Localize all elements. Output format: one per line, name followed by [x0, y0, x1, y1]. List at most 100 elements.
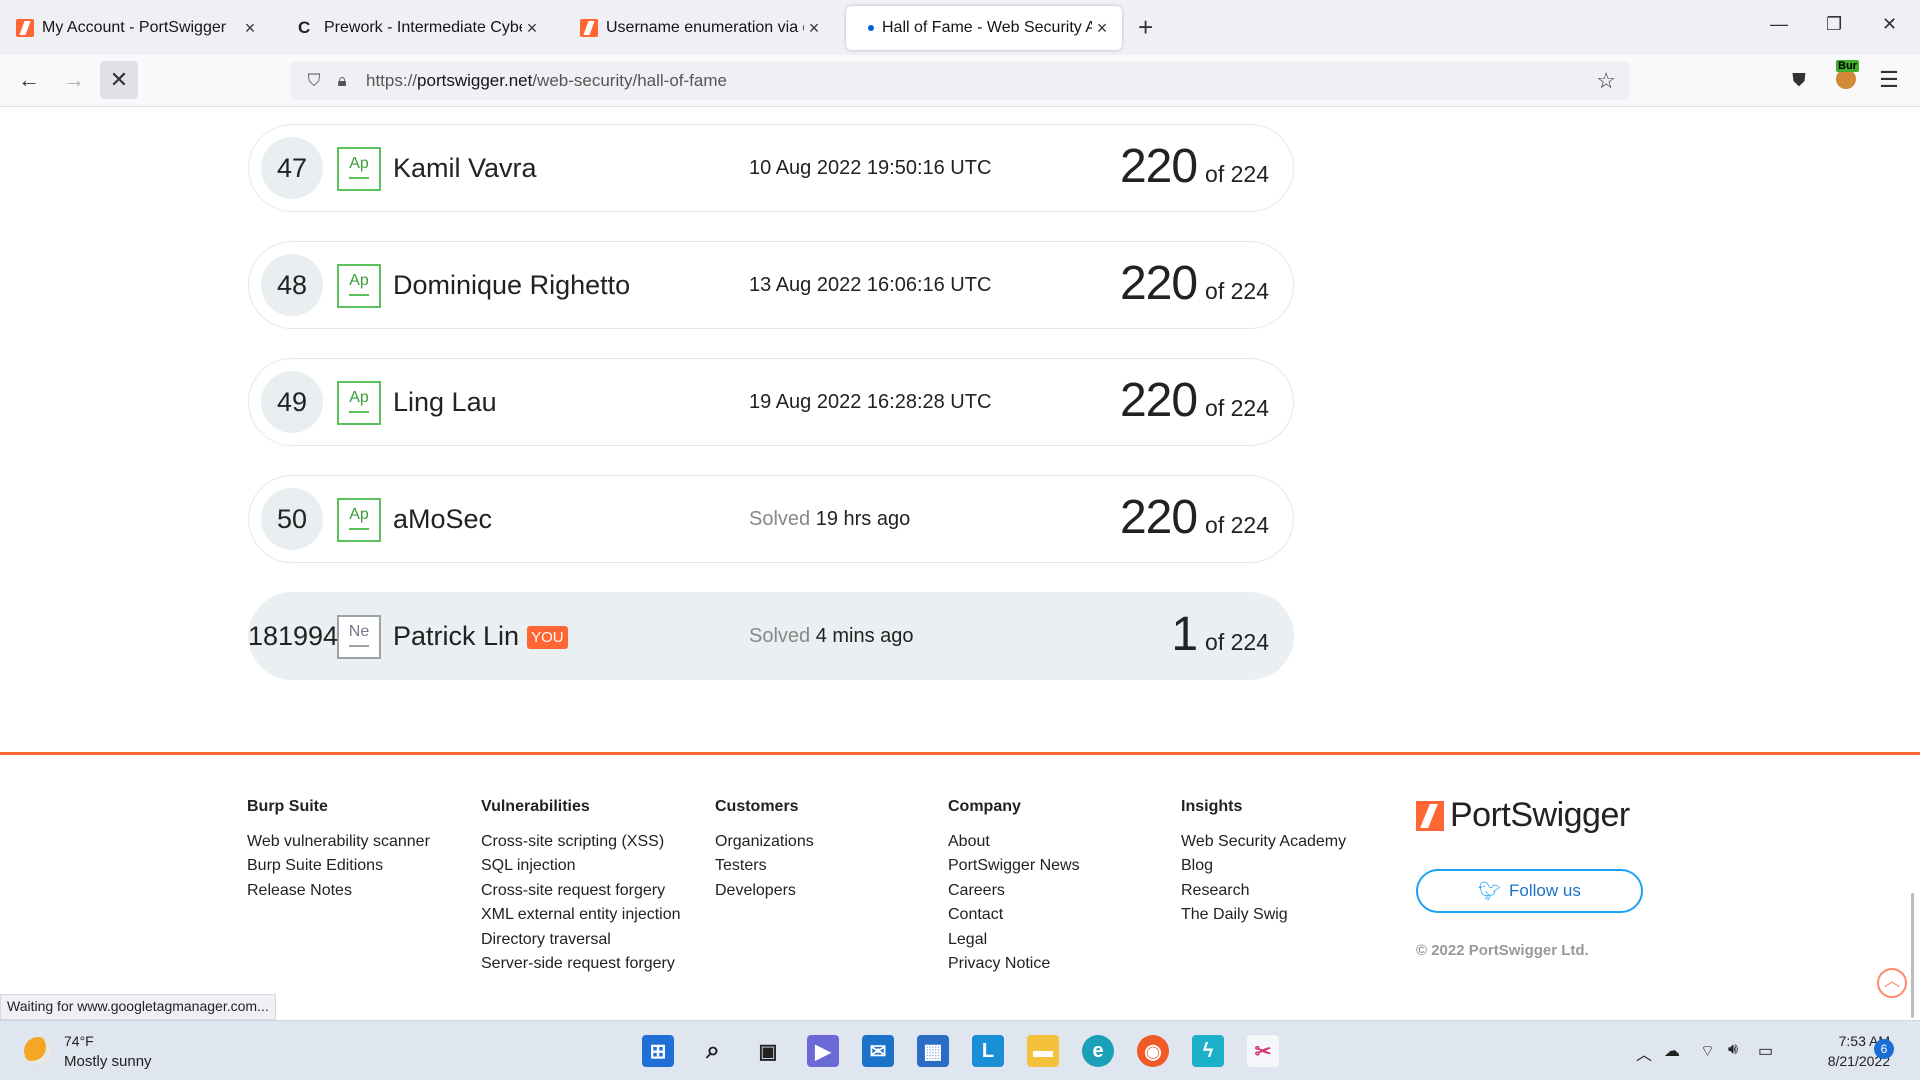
score-total: of 224	[1205, 395, 1269, 421]
portswigger-icon	[580, 19, 598, 37]
footer-link[interactable]: Developers	[715, 879, 814, 903]
scrollbar[interactable]	[1911, 893, 1914, 1018]
follow-us-button[interactable]: 🐦︎ Follow us	[1416, 869, 1643, 913]
show-hidden-icons-icon[interactable]: ︿	[1636, 1041, 1652, 1065]
solved-label: Solved	[749, 508, 811, 530]
task-view-icon[interactable]: ▣	[752, 1035, 784, 1067]
mail-icon[interactable]: ✉	[862, 1035, 894, 1067]
score: 220 of 224	[1120, 256, 1269, 311]
score-value: 220	[1119, 257, 1198, 310]
edge-icon[interactable]: e	[1082, 1035, 1114, 1067]
user-name: Kamil Vavra	[393, 153, 537, 183]
level-badge-icon: Ne	[337, 615, 381, 659]
burp-suite-icon[interactable]: ϟ	[1192, 1035, 1224, 1067]
footer-link[interactable]: Blog	[1181, 854, 1346, 878]
solved-ago: 19 hrs ago	[815, 508, 911, 530]
back-button[interactable]: ←	[10, 61, 48, 99]
solved-label: Solved	[749, 625, 811, 647]
score-value: 220	[1119, 491, 1198, 544]
level-badge-icon: Ap	[337, 264, 381, 308]
bookmark-star-icon[interactable]: ☆	[1596, 68, 1616, 94]
forward-button[interactable]: →	[55, 61, 93, 99]
footer-heading: Customers	[715, 798, 799, 815]
volume-icon[interactable]: 🔊︎	[1728, 1041, 1738, 1059]
weather-temperature[interactable]: 74°F	[64, 1033, 94, 1049]
solved-ago: 4 mins ago	[815, 625, 914, 647]
footer-link[interactable]: Legal	[948, 928, 1080, 952]
new-tab-button[interactable]: +	[1138, 12, 1153, 43]
scroll-to-top-button[interactable]: ︿	[1877, 968, 1907, 998]
completion-time: Solved 4 mins ago	[749, 625, 914, 648]
address-bar[interactable]: ⛉ 🔒︎ https://portswigger.net/web-securit…	[290, 62, 1630, 100]
onedrive-icon[interactable]: ☁	[1664, 1041, 1680, 1061]
footer-link[interactable]: Release Notes	[247, 879, 430, 903]
footer-link[interactable]: The Daily Swig	[1181, 903, 1346, 927]
footer-link[interactable]: Privacy Notice	[948, 952, 1080, 976]
burp-extension-icon[interactable]: Bur	[1836, 60, 1859, 89]
completion-time: Solved 19 hrs ago	[749, 508, 910, 531]
footer-link[interactable]: Research	[1181, 879, 1346, 903]
score-total: of 224	[1205, 629, 1269, 655]
copyright: © 2022 PortSwigger Ltd.	[1416, 942, 1589, 959]
pocket-icon[interactable]: ⛊	[1780, 61, 1818, 99]
wifi-icon[interactable]: ⌔	[1700, 1041, 1715, 1061]
url-host: portswigger.net	[417, 71, 533, 90]
footer-link[interactable]: About	[948, 830, 1080, 854]
notification-count-badge[interactable]: 6	[1874, 1039, 1894, 1059]
file-explorer-icon[interactable]: ▬	[1027, 1035, 1059, 1067]
tab-hall-of-fame[interactable]: Hall of Fame - Web Security Ac ×	[846, 6, 1122, 50]
tab-username-enumeration[interactable]: Username enumeration via diffe ×	[570, 6, 834, 50]
footer-column-vulnerabilities: Vulnerabilities Cross-site scripting (XS…	[481, 798, 681, 976]
footer-link[interactable]: Directory traversal	[481, 928, 681, 952]
score-value: 220	[1119, 140, 1198, 193]
window-close-button[interactable]: ✕	[1882, 14, 1897, 35]
footer-link[interactable]: PortSwigger News	[948, 854, 1080, 878]
footer-link[interactable]: Burp Suite Editions	[247, 854, 430, 878]
weather-description[interactable]: Mostly sunny	[64, 1053, 152, 1070]
firefox-icon[interactable]: ◉	[1137, 1035, 1169, 1067]
footer-link[interactable]: Web Security Academy	[1181, 830, 1346, 854]
hall-of-fame-page: 47 Ap Kamil Vavra 10 Aug 2022 19:50:16 U…	[0, 108, 1920, 1020]
footer-link[interactable]: SQL injection	[481, 854, 681, 878]
footer-link[interactable]: Server-side request forgery	[481, 952, 681, 976]
weather-sun-icon[interactable]	[24, 1037, 52, 1065]
footer-link[interactable]: Testers	[715, 854, 814, 878]
minimize-button[interactable]: —	[1770, 14, 1788, 35]
footer-link[interactable]: XML external entity injection	[481, 903, 681, 927]
url-text[interactable]: https://portswigger.net/web-security/hal…	[366, 71, 727, 91]
restore-button[interactable]: ❐	[1826, 14, 1842, 35]
score-total: of 224	[1205, 161, 1269, 187]
teams-chat-icon[interactable]: ▶	[807, 1035, 839, 1067]
windows-start-icon[interactable]: ⊞	[642, 1035, 674, 1067]
score-total: of 224	[1205, 278, 1269, 304]
portswigger-logo[interactable]: PortSwigger	[1416, 796, 1630, 835]
tab-prework[interactable]: C Prework - Intermediate Cyberse ×	[288, 6, 552, 50]
menu-icon[interactable]: ☰	[1870, 61, 1908, 99]
close-icon[interactable]: ×	[804, 18, 824, 39]
lock-icon[interactable]: 🔒︎	[328, 71, 356, 91]
footer-heading: Vulnerabilities	[481, 798, 590, 815]
snipping-tool-icon[interactable]: ✂	[1247, 1035, 1279, 1067]
footer-link[interactable]: Cross-site scripting (XSS)	[481, 830, 681, 854]
footer-link[interactable]: Careers	[948, 879, 1080, 903]
footer-link[interactable]: Cross-site request forgery	[481, 879, 681, 903]
battery-icon[interactable]: ▭	[1758, 1041, 1773, 1061]
footer-link[interactable]: Contact	[948, 903, 1080, 927]
tab-my-account[interactable]: My Account - PortSwigger ×	[6, 6, 270, 50]
portswigger-icon	[1416, 800, 1444, 831]
store-icon[interactable]: ▦	[917, 1035, 949, 1067]
footer-link[interactable]: Organizations	[715, 830, 814, 854]
user-name: Patrick Lin YOU	[393, 621, 568, 652]
rank: 49	[261, 371, 323, 433]
footer-link[interactable]: Web vulnerability scanner	[247, 830, 430, 854]
extension-badge: Bur	[1836, 60, 1859, 72]
close-icon[interactable]: ×	[1092, 18, 1112, 39]
search-icon[interactable]: ⌕	[697, 1035, 729, 1067]
close-icon[interactable]: ×	[522, 18, 542, 39]
close-icon[interactable]: ×	[240, 18, 260, 39]
stop-loading-button[interactable]: ✕	[100, 61, 138, 99]
leaderboard-row-current-user: 181994 Ne Patrick Lin YOU Solved 4 mins a…	[248, 592, 1294, 680]
rank: 47	[261, 137, 323, 199]
l-app-icon[interactable]: L	[972, 1035, 1004, 1067]
shield-icon[interactable]: ⛉	[300, 71, 328, 91]
